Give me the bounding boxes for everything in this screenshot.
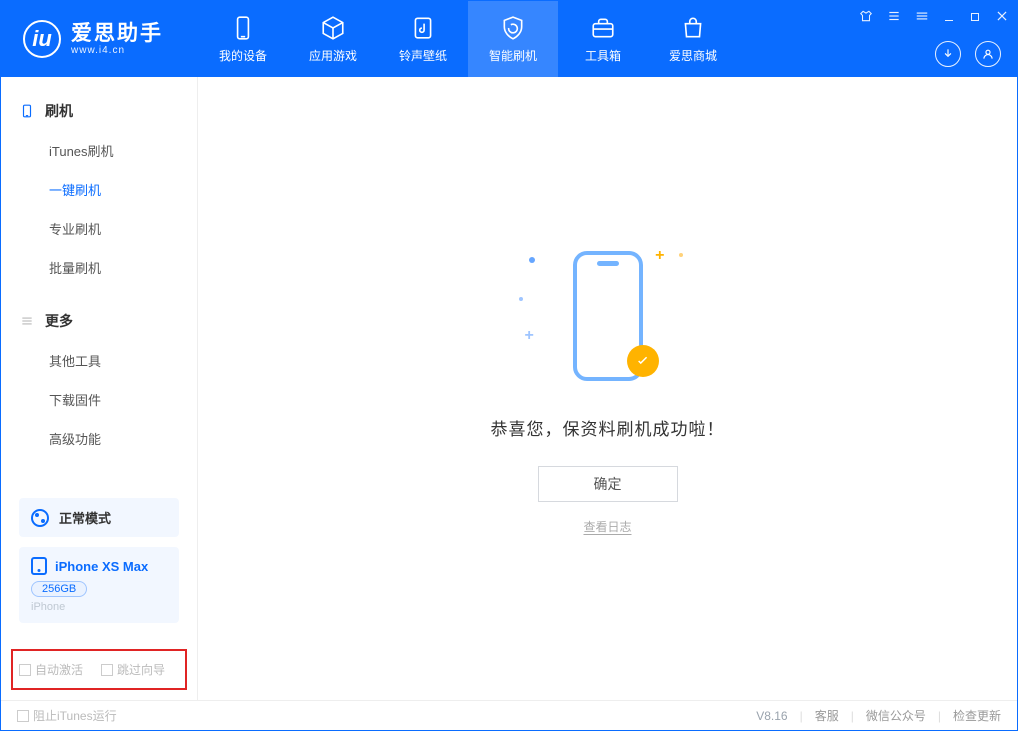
sidebar-item-other-tools[interactable]: 其他工具 (1, 341, 197, 380)
toolbox-icon (590, 15, 616, 41)
device-mode-row[interactable]: 正常模式 (19, 498, 179, 537)
checkbox-icon[interactable] (101, 664, 113, 676)
list-icon[interactable] (887, 9, 901, 26)
menu-icon[interactable] (915, 9, 929, 26)
header-right-icons (935, 41, 1001, 67)
check-update-link[interactable]: 检查更新 (953, 707, 1001, 724)
window-controls (859, 9, 1009, 26)
brand-subtitle: www.i4.cn (71, 45, 163, 56)
shirt-icon[interactable] (859, 9, 873, 26)
sidebar-group-header-more: 更多 (1, 301, 197, 341)
sidebar-item-download-firmware[interactable]: 下载固件 (1, 380, 197, 419)
download-icon[interactable] (935, 41, 961, 67)
mode-icon (31, 509, 49, 527)
tab-my-device[interactable]: 我的设备 (198, 1, 288, 77)
sidebar-group-flash: 刷机 iTunes刷机 一键刷机 专业刷机 批量刷机 (1, 91, 197, 287)
tab-smart-flash[interactable]: 智能刷机 (468, 1, 558, 77)
phone-outline-icon (19, 103, 35, 119)
activation-options-box: 自动激活 跳过向导 (11, 649, 187, 690)
phone-icon (31, 557, 47, 575)
main-content: + + 恭喜您，保资料刷机成功啦！ 确定 查看日志 (198, 77, 1017, 700)
header: iu 爱思助手 www.i4.cn 我的设备 应用游戏 铃声壁纸 智能刷机 (1, 1, 1017, 77)
checkbox-label: 跳过向导 (117, 663, 165, 677)
sidebar-item-itunes-flash[interactable]: iTunes刷机 (1, 131, 197, 170)
tab-label: 工具箱 (585, 47, 621, 64)
shield-refresh-icon (500, 15, 526, 41)
brand-logo-icon: iu (23, 20, 61, 58)
checkbox-label: 自动激活 (35, 663, 83, 677)
sidebar-item-advanced[interactable]: 高级功能 (1, 419, 197, 458)
checkbox-block-itunes[interactable]: 阻止iTunes运行 (17, 707, 117, 724)
support-link[interactable]: 客服 (815, 707, 839, 724)
footer: 阻止iTunes运行 V8.16 | 客服 | 微信公众号 | 检查更新 (1, 700, 1017, 730)
close-icon[interactable] (995, 9, 1009, 26)
version-label: V8.16 (756, 709, 787, 723)
tab-label: 智能刷机 (489, 47, 537, 64)
tab-apps-games[interactable]: 应用游戏 (288, 1, 378, 77)
user-icon[interactable] (975, 41, 1001, 67)
minimize-icon[interactable] (943, 10, 955, 26)
sidebar-device-block: 正常模式 iPhone XS Max 256GB iPhone (1, 498, 197, 623)
sidebar-group-title: 更多 (45, 311, 73, 331)
checkbox-skip-guide[interactable]: 跳过向导 (101, 661, 165, 678)
sidebar-item-onekey-flash[interactable]: 一键刷机 (1, 170, 197, 209)
checkbox-icon[interactable] (17, 710, 29, 722)
app-window: iu 爱思助手 www.i4.cn 我的设备 应用游戏 铃声壁纸 智能刷机 (0, 0, 1018, 731)
sidebar-group-more: 更多 其他工具 下载固件 高级功能 (1, 301, 197, 458)
device-card[interactable]: iPhone XS Max 256GB iPhone (19, 547, 179, 623)
bag-icon (680, 15, 706, 41)
view-log-link[interactable]: 查看日志 (583, 518, 631, 535)
checkbox-auto-activate[interactable]: 自动激活 (19, 661, 83, 678)
wechat-link[interactable]: 微信公众号 (866, 707, 926, 724)
device-storage-chip: 256GB (31, 581, 87, 597)
sidebar: 刷机 iTunes刷机 一键刷机 专业刷机 批量刷机 更多 其他工具 (1, 77, 198, 700)
tab-toolbox[interactable]: 工具箱 (558, 1, 648, 77)
ok-button[interactable]: 确定 (538, 466, 678, 502)
success-message: 恭喜您，保资料刷机成功啦！ (491, 415, 725, 440)
tab-label: 铃声壁纸 (399, 47, 447, 64)
brand: iu 爱思助手 www.i4.cn (1, 1, 198, 77)
sidebar-group-header-flash: 刷机 (1, 91, 197, 131)
tab-ringtones[interactable]: 铃声壁纸 (378, 1, 468, 77)
sidebar-item-batch-flash[interactable]: 批量刷机 (1, 248, 197, 287)
success-illustration: + + (523, 247, 693, 397)
tab-label: 我的设备 (219, 47, 267, 64)
device-type-label: iPhone (31, 601, 167, 613)
success-check-badge-icon (627, 345, 659, 377)
device-mode-label: 正常模式 (59, 508, 111, 527)
cube-icon (320, 15, 346, 41)
sidebar-item-pro-flash[interactable]: 专业刷机 (1, 209, 197, 248)
maximize-icon[interactable] (969, 10, 981, 26)
device-name: iPhone XS Max (55, 559, 148, 574)
sidebar-scroll: 刷机 iTunes刷机 一键刷机 专业刷机 批量刷机 更多 其他工具 (1, 77, 197, 631)
hamburger-icon (19, 313, 35, 329)
tab-store[interactable]: 爱思商城 (648, 1, 738, 77)
checkbox-label: 阻止iTunes运行 (33, 709, 117, 723)
music-file-icon (410, 15, 436, 41)
brand-text: 爱思助手 www.i4.cn (71, 22, 163, 56)
device-icon (230, 15, 256, 41)
checkbox-icon[interactable] (19, 664, 31, 676)
body: 刷机 iTunes刷机 一键刷机 专业刷机 批量刷机 更多 其他工具 (1, 77, 1017, 700)
tab-label: 应用游戏 (309, 47, 357, 64)
brand-title: 爱思助手 (71, 22, 163, 45)
sidebar-group-title: 刷机 (45, 101, 73, 121)
nav-tabs: 我的设备 应用游戏 铃声壁纸 智能刷机 工具箱 爱思商城 (198, 1, 738, 77)
tab-label: 爱思商城 (669, 47, 717, 64)
